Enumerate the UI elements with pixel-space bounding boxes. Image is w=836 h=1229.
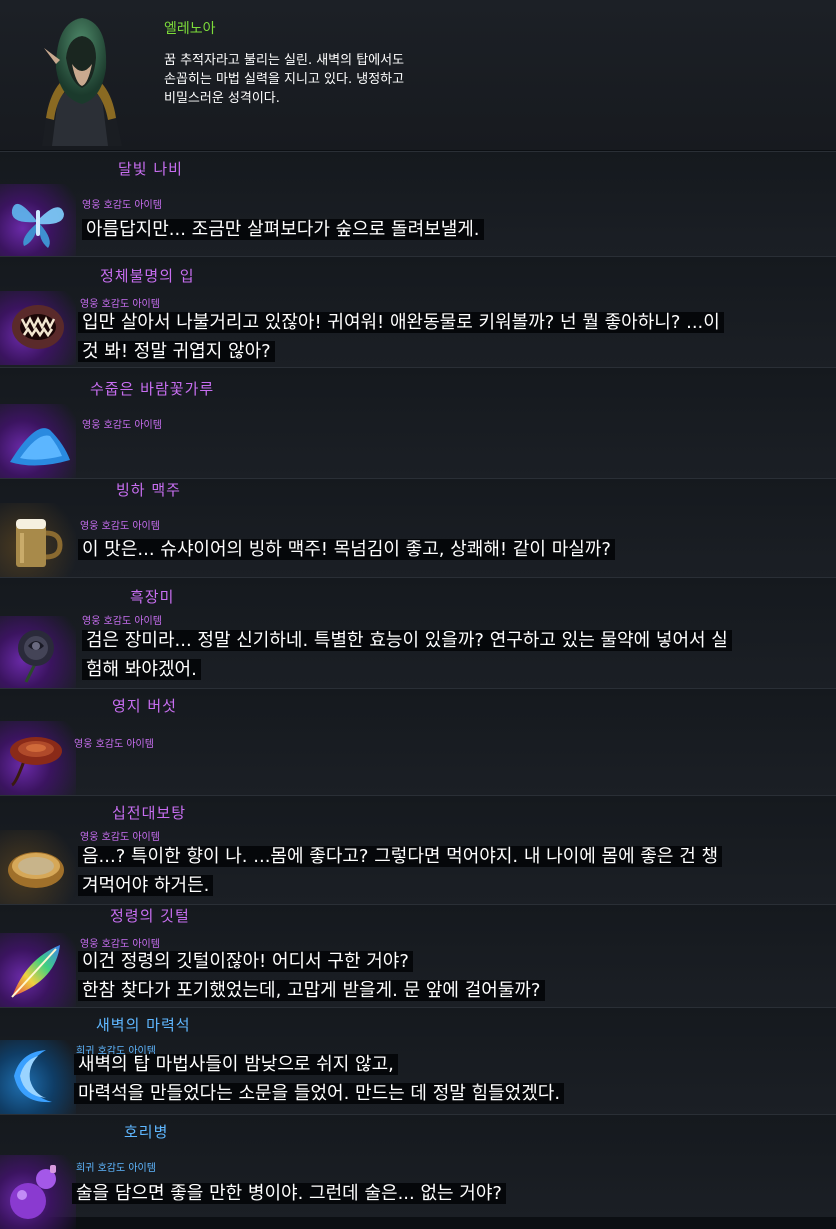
character-description: 꿈 추적자라고 불리는 실린. 새벽의 탑에서도 손꼽히는 마법 실력을 지니고… xyxy=(164,53,405,106)
item-quote: 검은 장미라... 정말 신기하네. 특별한 효능이 있을까? 연구하고 있는 … xyxy=(82,626,732,684)
black-rose-icon xyxy=(0,616,76,690)
item-title: 빙하 맥주 xyxy=(116,481,181,499)
item-grade: 영웅 호감도 아이템 xyxy=(82,200,162,211)
item-title: 수줍은 바람꽃가루 xyxy=(90,380,215,398)
gift-item-spirit-feather: 정령의 깃털 영웅 호감도 아이템 이건 정령의 깃털이잖아! 어디서 구한 거… xyxy=(0,904,836,1007)
item-quote: 술을 담으면 좋을 만한 병이야. 그런데 술은... 없는 거야? xyxy=(72,1179,506,1208)
quote-line: 이건 정령의 깃털이잖아! 어디서 구한 거야? xyxy=(78,951,413,972)
item-title: 영지 버섯 xyxy=(112,697,177,715)
character-portrait xyxy=(22,8,140,146)
herbal-soup-icon xyxy=(0,830,76,904)
mysterious-mouth-icon xyxy=(0,291,76,365)
character-name: 엘레노아 xyxy=(164,21,216,37)
quote-line: 음...? 특이한 향이 나. ...몸에 좋다고? 그렇다면 먹어야지. 내 … xyxy=(78,846,723,867)
item-grade: 영웅 호감도 아이템 xyxy=(74,739,154,750)
item-grade: 영웅 호감도 아이템 xyxy=(82,420,162,431)
quote-line: 검은 장미라... 정말 신기하네. 특별한 효능이 있을까? 연구하고 있는 … xyxy=(82,630,732,651)
gourd-bottle-icon xyxy=(0,1155,76,1229)
quote-line: 술을 담으면 좋을 만한 병이야. 그런데 술은... 없는 거야? xyxy=(72,1183,506,1204)
quote-line: 새벽의 탑 마법사들이 밤낮으로 쉬지 않고, xyxy=(74,1054,398,1075)
beer-mug-icon xyxy=(0,503,76,577)
item-quote: 새벽의 탑 마법사들이 밤낮으로 쉬지 않고, 마력석을 만들었다는 소문을 들… xyxy=(74,1050,565,1108)
gift-item-dawn-mana-stone: 새벽의 마력석 희귀 호감도 아이템 새벽의 탑 마법사들이 밤낮으로 쉬지 않… xyxy=(0,1007,836,1114)
item-title: 새벽의 마력석 xyxy=(96,1016,191,1034)
gift-item-reishi-mushroom: 영지 버섯 영웅 호감도 아이템 xyxy=(0,688,836,795)
item-quote: 이 맛은... 슈샤이어의 빙하 맥주! 목넘김이 좋고, 상쾌해! 같이 마실… xyxy=(78,535,615,564)
item-title: 흑장미 xyxy=(130,588,175,606)
gift-item-mysterious-mouth: 정체불명의 입 영웅 호감도 아이템 입만 살아서 나불거리고 있잖아! 귀여워… xyxy=(0,256,836,367)
quote-line: 이 맛은... 슈샤이어의 빙하 맥주! 목넘김이 좋고, 상쾌해! 같이 마실… xyxy=(78,539,615,560)
item-quote: 입만 살아서 나불거리고 있잖아! 귀여워! 애완동물로 키워볼까? 넌 뭘 좋… xyxy=(78,308,724,366)
item-grade: 영웅 호감도 아이템 xyxy=(80,521,160,532)
item-title: 달빛 나비 xyxy=(118,160,183,178)
item-title: 호리병 xyxy=(124,1123,169,1141)
character-header: 엘레노아 꿈 추적자라고 불리는 실린. 새벽의 탑에서도 손꼽히는 마법 실력… xyxy=(0,0,836,150)
gift-item-gourd-bottle: 호리병 희귀 호감도 아이템 술을 담으면 좋을 만한 병이야. 그런데 술은.… xyxy=(0,1114,836,1229)
quote-line: 험해 봐야겠어. xyxy=(82,659,201,680)
anemone-powder-icon xyxy=(0,404,76,478)
quote-line: 마력석을 만들었다는 소문을 들었어. 만드는 데 정말 힘들었겠다. xyxy=(74,1083,565,1104)
gift-item-herbal-soup: 십전대보탕 영웅 호감도 아이템 음...? 특이한 향이 나. ...몸에 좋… xyxy=(0,795,836,904)
item-title: 정령의 깃털 xyxy=(110,907,190,925)
gift-item-moonlight-butterfly: 달빛 나비 영웅 호감도 아이템 아름답지만... 조금만 살펴보다가 숲으로 … xyxy=(0,151,836,258)
moonlight-butterfly-icon xyxy=(0,184,76,258)
item-title: 정체불명의 입 xyxy=(100,267,195,285)
crescent-mana-stone-icon xyxy=(0,1040,76,1114)
quote-line: 한참 찾다가 포기했었는데, 고맙게 받을게. 문 앞에 걸어둘까? xyxy=(78,980,545,1001)
gift-item-black-rose: 흑장미 영웅 호감도 아이템 검은 장미라... 정말 신기하네. 특별한 효능… xyxy=(0,577,836,690)
item-grade: 희귀 호감도 아이템 xyxy=(76,1163,156,1174)
quote-line: 겨먹어야 하거든. xyxy=(78,875,214,896)
quote-line: 것 봐! 정말 귀엽지 않아? xyxy=(78,341,275,362)
reishi-mushroom-icon xyxy=(0,721,76,795)
item-quote: 아름답지만... 조금만 살펴보다가 숲으로 돌려보낼게. xyxy=(82,215,484,244)
gift-item-glacier-beer: 빙하 맥주 영웅 호감도 아이템 이 맛은... 슈샤이어의 빙하 맥주! 목넘… xyxy=(0,478,836,577)
gift-item-anemone-powder: 수줍은 바람꽃가루 영웅 호감도 아이템 xyxy=(0,367,836,478)
quote-line: 입만 살아서 나불거리고 있잖아! 귀여워! 애완동물로 키워볼까? 넌 뭘 좋… xyxy=(78,312,724,333)
spirit-feather-icon xyxy=(0,933,76,1007)
item-quote: 음...? 특이한 향이 나. ...몸에 좋다고? 그렇다면 먹어야지. 내 … xyxy=(78,842,723,900)
item-quote: 이건 정령의 깃털이잖아! 어디서 구한 거야? 한참 찾다가 포기했었는데, … xyxy=(78,947,545,1005)
item-title: 십전대보탕 xyxy=(112,804,187,822)
item-grade: 영웅 호감도 아이템 xyxy=(82,616,162,627)
quote-line: 아름답지만... 조금만 살펴보다가 숲으로 돌려보낼게. xyxy=(82,219,484,240)
item-grade: 영웅 호감도 아이템 xyxy=(80,832,160,843)
